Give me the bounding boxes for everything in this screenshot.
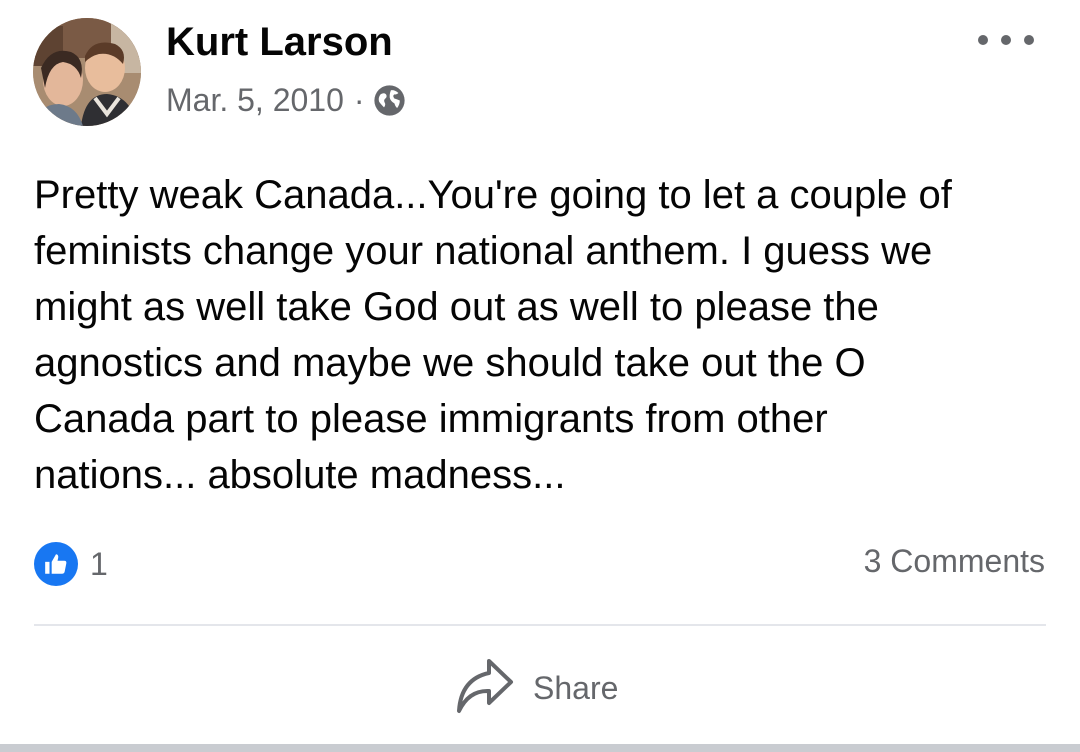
section-separator [0,744,1080,752]
more-dot [1001,35,1011,45]
more-options-icon[interactable] [978,28,1034,52]
globe-icon [373,84,406,117]
like-count: 1 [90,545,108,582]
avatar-photo [33,18,141,126]
post-header: Kurt Larson Mar. 5, 2010 · [0,0,1080,140]
more-dot [1024,35,1034,45]
comments-count-link[interactable]: 3 Comments [864,543,1045,580]
share-arrow-icon [455,657,515,720]
share-button[interactable]: Share [455,658,618,718]
meta-separator: · [353,81,365,118]
avatar[interactable] [33,18,141,126]
divider [34,624,1046,626]
post-text: Pretty weak Canada...You're going to let… [34,173,952,497]
post-date[interactable]: Mar. 5, 2010 [166,82,344,119]
facebook-post: Kurt Larson Mar. 5, 2010 · Pretty weak C… [0,0,1080,752]
author-name[interactable]: Kurt Larson [166,20,393,65]
reaction-summary[interactable]: 1 [34,541,108,587]
more-dot [978,35,988,45]
post-meta: Mar. 5, 2010 · [166,80,406,120]
share-label: Share [533,669,619,706]
thumbs-up-icon [34,542,78,586]
